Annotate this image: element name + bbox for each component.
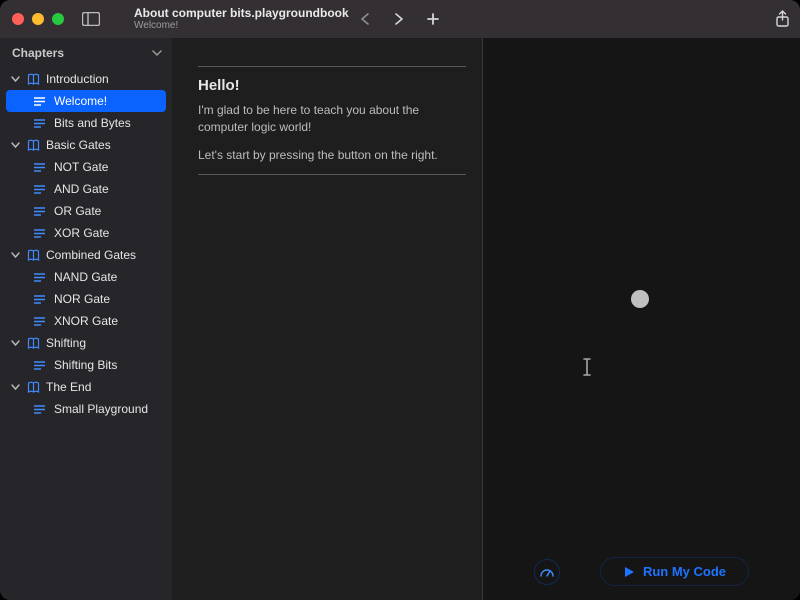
chapter-tree: Introduction Welcome! Bits and Bytes Basic … (0, 66, 172, 428)
page-icon (32, 360, 46, 371)
page-label: OR Gate (54, 204, 101, 218)
chapter-row[interactable]: Introduction (0, 68, 172, 90)
chevron-down-icon (152, 49, 162, 57)
chapter-label: Basic Gates (46, 138, 111, 152)
book-icon (26, 337, 40, 350)
run-code-button[interactable]: Run My Code (600, 557, 749, 586)
gauge-icon (539, 564, 555, 580)
titlebar: About computer bits.playgroundbook Welco… (0, 0, 800, 38)
page-row[interactable]: XOR Gate (0, 222, 172, 244)
play-icon (623, 566, 635, 578)
title-block: About computer bits.playgroundbook Welco… (134, 7, 349, 31)
main-area: Hello! I'm glad to be here to teach you … (172, 38, 800, 600)
content-heading: Hello! (198, 77, 466, 94)
chevron-down-icon (10, 251, 20, 259)
book-icon (26, 249, 40, 262)
run-code-label: Run My Code (643, 564, 726, 579)
document-subtitle: Welcome! (134, 20, 349, 31)
document-title: About computer bits.playgroundbook (134, 7, 349, 20)
page-row[interactable]: AND Gate (0, 178, 172, 200)
chevron-down-icon (10, 339, 20, 347)
chapter-label: Combined Gates (46, 248, 136, 262)
chevron-down-icon (10, 383, 20, 391)
page-row[interactable]: Shifting Bits (0, 354, 172, 376)
page-row[interactable]: OR Gate (0, 200, 172, 222)
page-label: Welcome! (54, 94, 107, 108)
page-row[interactable]: NOT Gate (0, 156, 172, 178)
sidebar-header[interactable]: Chapters (0, 38, 172, 66)
content-paragraph: Let's start by pressing the button on th… (198, 147, 466, 164)
page-icon (32, 316, 46, 327)
chapter-row[interactable]: Shifting (0, 332, 172, 354)
chevron-down-icon (10, 141, 20, 149)
page-label: XOR Gate (54, 226, 109, 240)
chapter-label: Introduction (46, 72, 109, 86)
editor-pane[interactable]: Hello! I'm glad to be here to teach you … (172, 38, 482, 600)
chevron-down-icon (10, 75, 20, 83)
zoom-window-button[interactable] (52, 13, 64, 25)
live-view-node[interactable] (631, 290, 649, 308)
page-row[interactable]: Bits and Bytes (0, 112, 172, 134)
chapter-row[interactable]: Combined Gates (0, 244, 172, 266)
page-icon (32, 404, 46, 415)
chapter-row[interactable]: Basic Gates (0, 134, 172, 156)
back-button[interactable] (360, 13, 371, 25)
sidebar-toggle-button[interactable] (82, 12, 100, 26)
forward-button[interactable] (393, 13, 404, 25)
page-row[interactable]: XNOR Gate (0, 310, 172, 332)
book-icon (26, 73, 40, 86)
page-icon (32, 96, 46, 107)
divider (198, 66, 466, 67)
page-row[interactable]: Welcome! (6, 90, 166, 112)
add-page-button[interactable] (426, 12, 440, 26)
minimize-window-button[interactable] (32, 13, 44, 25)
toolbar-center (360, 12, 440, 26)
book-icon (26, 139, 40, 152)
app-window: About computer bits.playgroundbook Welco… (0, 0, 800, 600)
page-label: AND Gate (54, 182, 109, 196)
page-icon (32, 294, 46, 305)
page-label: Bits and Bytes (54, 116, 131, 130)
chapter-label: The End (46, 380, 91, 394)
execution-speed-button[interactable] (534, 559, 560, 585)
content-paragraph: I'm glad to be here to teach you about t… (198, 102, 466, 137)
share-button[interactable] (775, 10, 790, 28)
run-toolbar: Run My Code (483, 557, 800, 586)
page-label: Small Playground (54, 402, 148, 416)
page-icon (32, 118, 46, 129)
page-label: Shifting Bits (54, 358, 117, 372)
sidebar: Chapters Introduction Welcome! Bits and By… (0, 38, 172, 600)
page-icon (32, 162, 46, 173)
live-view-pane: Run My Code (483, 38, 800, 600)
close-window-button[interactable] (12, 13, 24, 25)
page-icon (32, 272, 46, 283)
page-label: NAND Gate (54, 270, 117, 284)
sidebar-heading: Chapters (12, 46, 64, 60)
window-controls (12, 13, 64, 25)
page-label: NOR Gate (54, 292, 110, 306)
page-row[interactable]: NAND Gate (0, 266, 172, 288)
page-icon (32, 228, 46, 239)
page-row[interactable]: Small Playground (0, 398, 172, 420)
page-row[interactable]: NOR Gate (0, 288, 172, 310)
page-icon (32, 184, 46, 195)
chapter-label: Shifting (46, 336, 86, 350)
book-icon (26, 381, 40, 394)
page-label: XNOR Gate (54, 314, 118, 328)
page-icon (32, 206, 46, 217)
page-label: NOT Gate (54, 160, 108, 174)
divider (198, 174, 466, 175)
chapter-row[interactable]: The End (0, 376, 172, 398)
